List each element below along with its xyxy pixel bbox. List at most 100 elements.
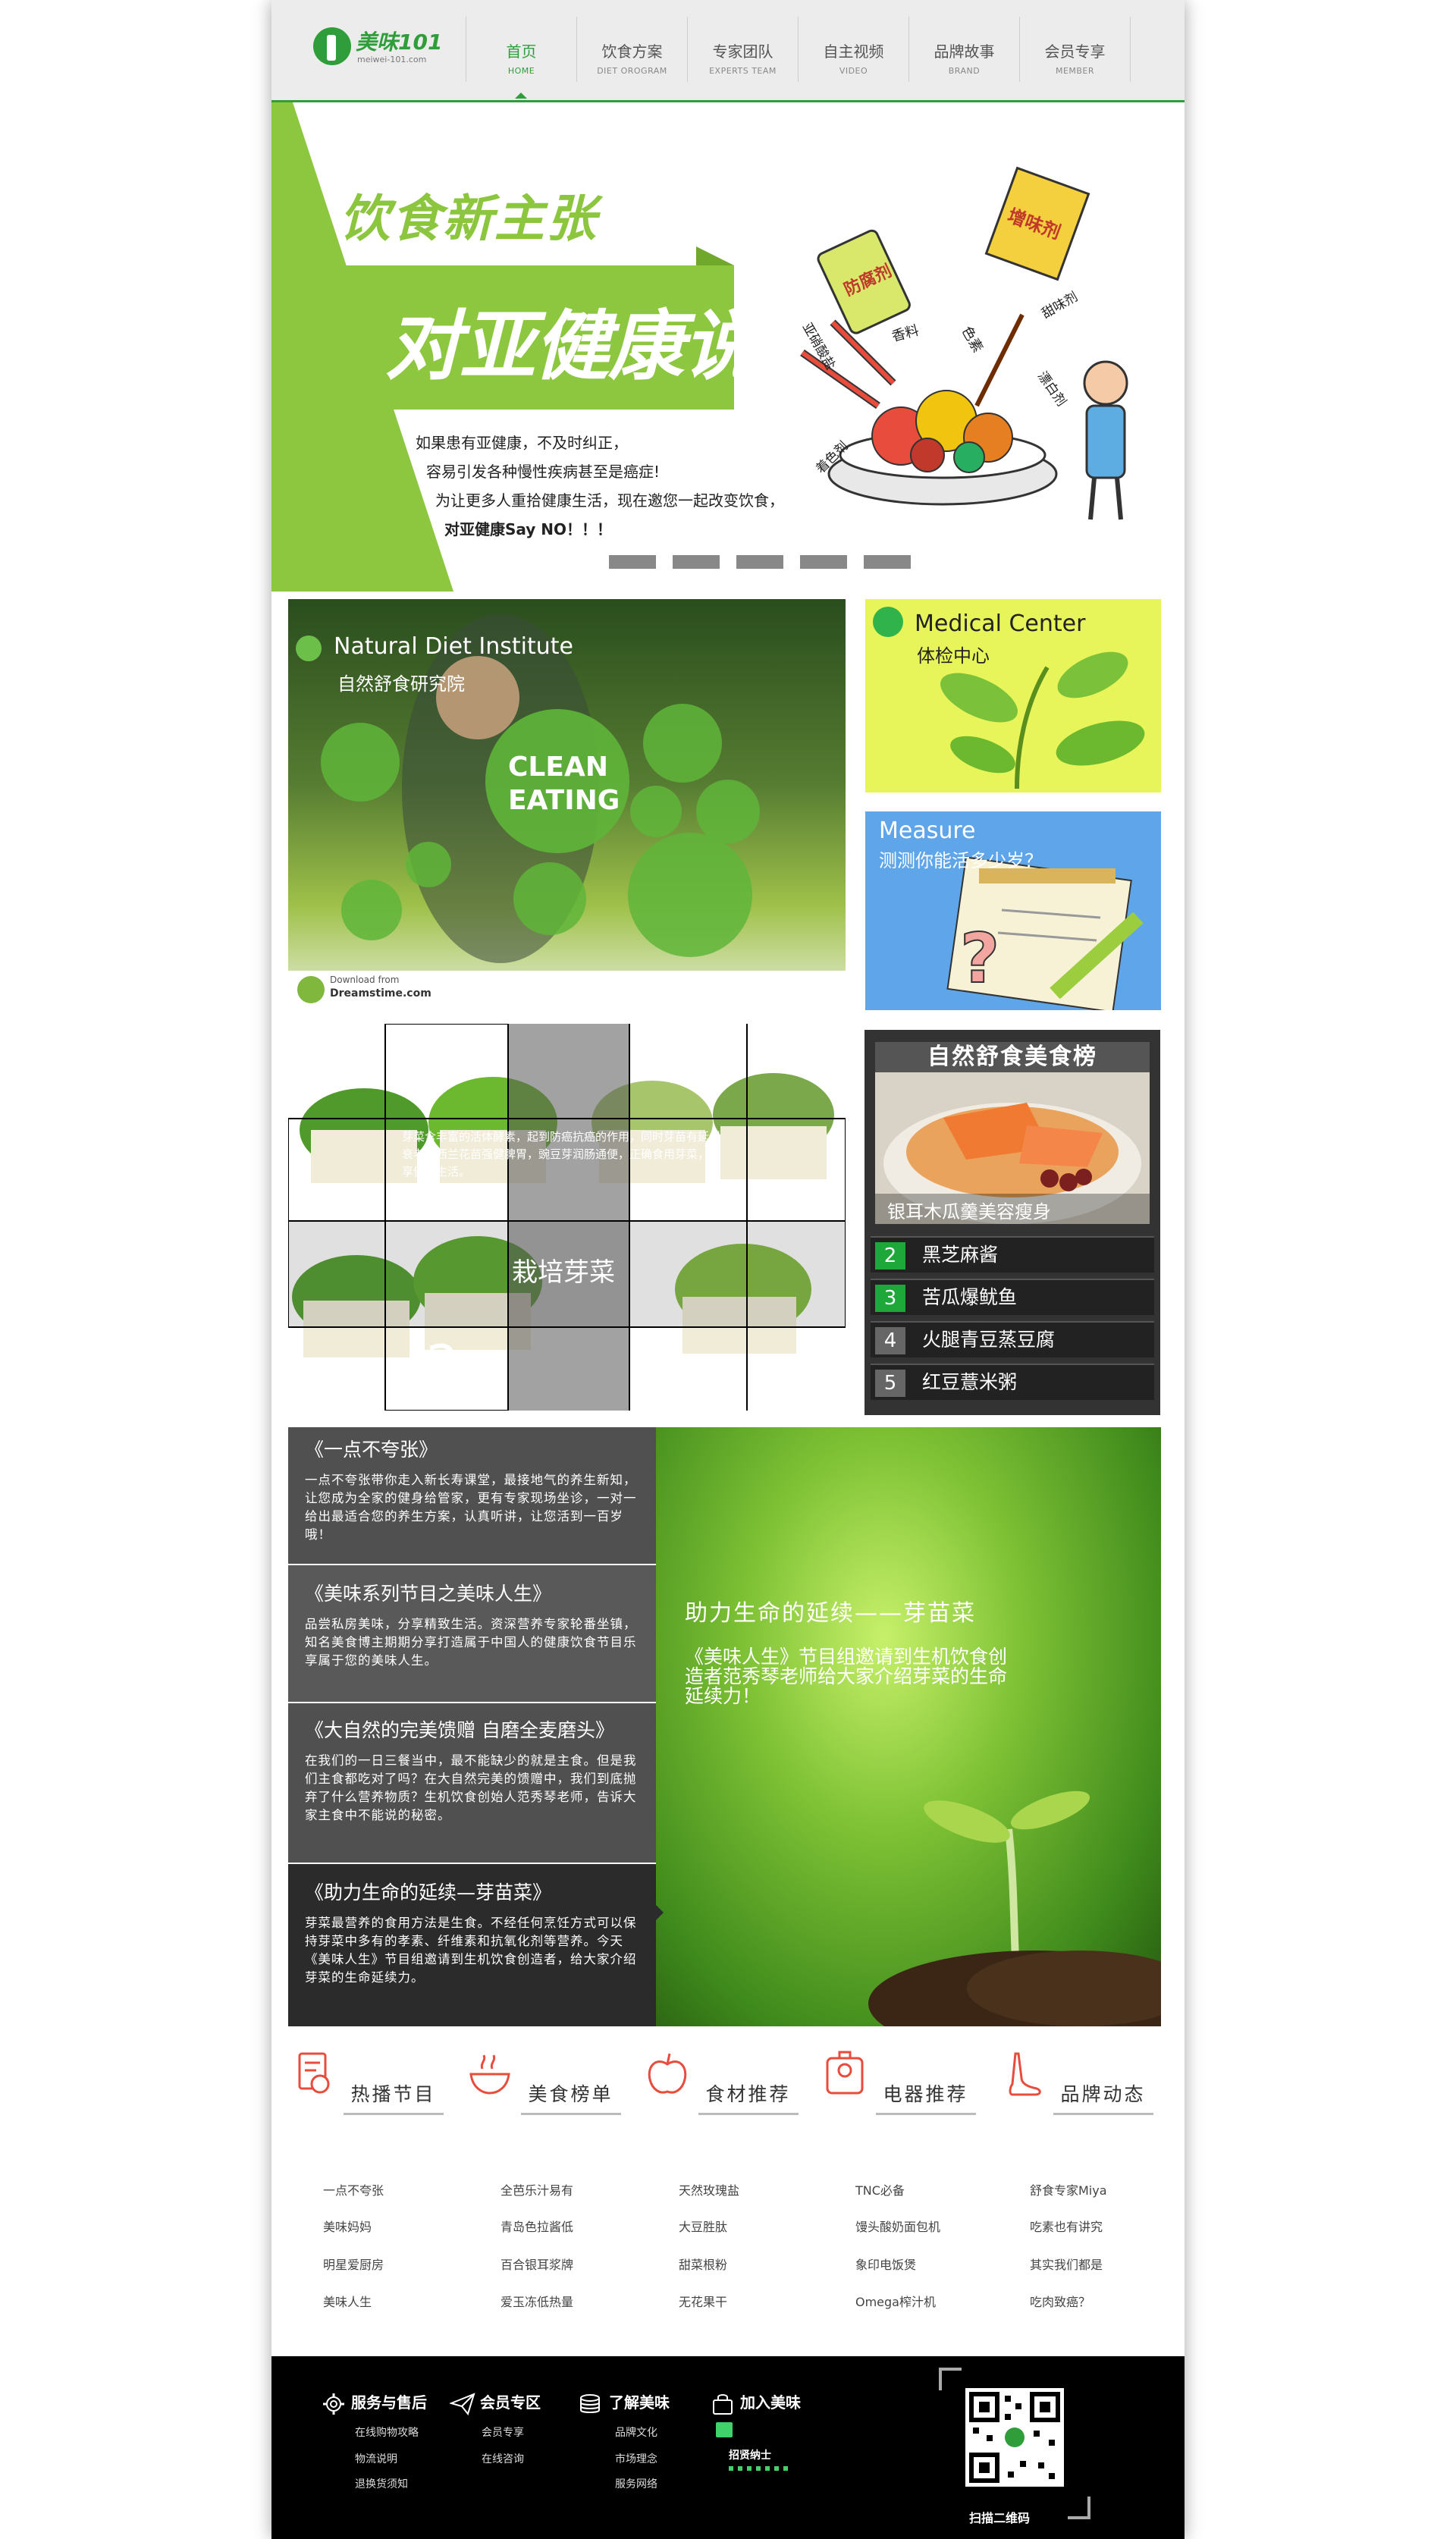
category-link[interactable]: 吃素也有讲究 [1030,2217,1103,2235]
nav-brand[interactable]: 品牌故事 BRAND [908,17,1019,82]
svg-text:?: ? [960,919,999,999]
ranking-item[interactable]: 3 苦瓜爆鱿鱼 [871,1279,1154,1315]
document-icon [298,2052,330,2094]
footer-heading-label: 加入美味 [740,2393,801,2412]
footer-heading[interactable]: 服务与售后 [321,2390,427,2415]
category-title[interactable]: 美食榜单 [520,2079,621,2115]
article-item-active[interactable]: 《助力生命的延续—芽苗菜》 芽菜最营养的食用方法是生食。不经任何烹饪方式可以保持… [288,1864,656,2026]
article-item[interactable]: 《美味系列节目之美味人生》 品尝私房美味，分享精致生活。资深营养专家轮番坐镇，知… [288,1565,656,1702]
category-link[interactable]: 爱玉冻低热量 [500,2292,573,2310]
footer-link[interactable]: 物流说明 [355,2451,397,2466]
category-link[interactable]: 美味妈妈 [323,2217,372,2235]
bag-icon [713,2393,733,2415]
nav-member[interactable]: 会员专享 MEMBER [1019,17,1131,82]
carousel-dot[interactable] [673,555,720,569]
hero-banner[interactable]: 饮食新主张 对亚健康说NO! 如果患有亚健康，不及时纠正， 容易引发各种慢性疾病… [271,102,1185,592]
category-link[interactable]: 无花果干 [679,2292,727,2310]
nav-experts-team[interactable]: 专家团队 EXPERTS TEAM [687,17,798,82]
medical-center-card[interactable]: Medical Center 体检中心 [865,599,1161,792]
footer-link[interactable]: 会员专享 [482,2424,524,2440]
food-ranking: 自然舒食美食榜 银耳木瓜羹美容瘦身 2 黑芝麻酱 3 苦瓜爆鱿鱼 4 火腿青豆蒸… [864,1030,1160,1415]
watermark: Download from [330,974,400,985]
sprouts-card[interactable]: 芽菜含丰富的活体酵素，起到防癌抗癌的作用，同时芽苗有延缓衰老，西兰花苗强健脾胃，… [288,1024,846,1411]
footer-link[interactable]: 市场理念 [615,2451,657,2466]
footer-link[interactable]: 招贤纳士 [729,2447,771,2462]
article-item[interactable]: 《大自然的完美馈赠 自磨全麦磨头》 在我们的一日三餐当中，最不能缺少的就是主食。… [288,1703,656,1863]
category-link[interactable]: 象印电饭煲 [855,2255,916,2273]
rank-label: 火腿青豆蒸豆腐 [922,1329,1056,1351]
measure-card[interactable]: ? Measure 测测你能活多少岁？ [865,811,1161,1010]
category-link[interactable]: 馒头酸奶面包机 [855,2217,940,2235]
ranking-item[interactable]: 4 火腿青豆蒸豆腐 [871,1321,1154,1357]
category-link[interactable]: Omega榨汁机 [855,2292,936,2310]
footer-link[interactable]: 在线购物攻略 [355,2424,419,2440]
category-link[interactable]: 青岛色拉酱低 [500,2217,573,2235]
nav-diet-program[interactable]: 饮食方案 DIET OROGRAM [576,17,687,82]
footer-heading[interactable]: 了解美味 [579,2390,670,2415]
card-title: Natural Diet Institute [334,633,573,660]
category-title[interactable]: 品牌动态 [1053,2079,1153,2115]
category-column: 热播节目 [285,2048,444,2115]
article-body: 一点不夸张带你走入新长寿课堂，最接地气的养生新知，让您成为全家的健身给管家，更有… [305,1473,637,1542]
carousel-dot[interactable] [800,555,847,569]
natural-diet-card[interactable]: CLEAN EATING Natural Diet Institute 自然舒食… [288,599,846,1009]
rank-number: 2 [875,1242,905,1270]
additive-label: 甜味剂 [1040,290,1081,322]
slide-number: 2 [426,1335,460,1395]
footer-heading[interactable]: 加入美味 [710,2390,801,2415]
category-link[interactable]: 全芭乐汁易有 [500,2180,573,2198]
site-logo[interactable]: 美味101 meiwei-101.com [313,23,442,71]
card-subtitle: 测测你能活多少岁？ [879,850,1043,871]
carousel-dot[interactable] [736,555,783,569]
rank-number: 5 [875,1370,905,1397]
nav-home[interactable]: 首页 HOME [466,17,576,99]
footer-dot-decor [729,2466,789,2471]
additives-illustration: 防腐剂 增味剂 色素 香料 亚硝酸盐 甜味剂 漂白剂 着色剂 [799,166,1128,520]
qr-code[interactable] [965,2388,1064,2487]
footer-link[interactable]: 在线咨询 [482,2451,524,2466]
category-link[interactable]: 明星爱厨房 [323,2255,384,2273]
feature-panel[interactable]: 助力生命的延续——芽苗菜 《美味人生》节目组邀请到生机饮食创造者范秀琴老师给大家… [656,1427,1161,2026]
rank-number: 3 [875,1285,905,1312]
category-link[interactable]: 天然玫瑰盐 [679,2180,739,2198]
nav-sublabel: BRAND [948,66,981,76]
category-link[interactable]: 吃肉致癌？ [1030,2292,1090,2310]
category-link[interactable]: 其实我们都是 [1030,2255,1103,2273]
carousel-dot[interactable] [864,555,911,569]
carousel-dots [609,555,911,569]
card-subtitle: 自然舒食研究院 [337,673,465,695]
nav-sublabel: VIDEO [839,66,868,76]
carousel-dot[interactable] [609,555,656,569]
logo-icon [313,27,351,65]
category-link[interactable]: TNC必备 [855,2180,905,2198]
category-title[interactable]: 电器推荐 [875,2079,976,2115]
banner-line: 为让更多人重拾健康生活，现在邀您一起改变饮食， [435,491,784,510]
category-link[interactable]: 美味人生 [323,2292,372,2310]
article-body: 品尝私房美味，分享精致生活。资深营养专家轮番坐镇，知名美食博主期期分享打造属于中… [305,1617,637,1668]
category-link[interactable]: 甜菜根粉 [679,2255,727,2273]
article-item[interactable]: 《一点不夸张》 一点不夸张带你走入新长寿课堂，最接地气的养生新知，让您成为全家的… [288,1427,656,1564]
footer-link[interactable]: 服务网络 [615,2476,657,2491]
scale-icon [826,2051,864,2095]
category-link[interactable]: 一点不夸张 [323,2180,384,2198]
megaphone-icon [716,2422,733,2437]
category-link[interactable]: 舒食专家Miya [1030,2180,1107,2198]
coins-icon [580,2393,600,2413]
sprouts-description: 芽菜含丰富的活体酵素，起到防癌抗癌的作用，同时芽苗有延缓衰老，西兰花苗强健脾胃，… [402,1130,721,1178]
category-column: 食材推荐 [640,2048,799,2115]
ranking-item[interactable]: 5 红豆薏米粥 [871,1364,1154,1400]
footer-heading-label: 服务与售后 [351,2393,427,2412]
category-title[interactable]: 食材推荐 [698,2079,799,2115]
ranking-item[interactable]: 2 黑芝麻酱 [871,1236,1154,1273]
card-subtitle: 体检中心 [917,645,990,667]
category-link[interactable]: 百合银耳浆牌 [500,2255,573,2273]
footer-heading[interactable]: 会员专区 [450,2390,541,2415]
footer-link[interactable]: 品牌文化 [615,2424,657,2440]
category-link[interactable]: 大豆胜肽 [679,2217,727,2235]
category-title[interactable]: 热播节目 [343,2079,444,2115]
banner-text: 如果患有亚健康，不及时纠正， 容易引发各种慢性疾病甚至是癌症! 为让更多人重拾健… [416,428,784,544]
nav-video[interactable]: 自主视频 VIDEO [798,17,908,82]
nav-label: 专家团队 [712,42,774,61]
footer-link[interactable]: 退换货须知 [355,2476,408,2491]
footer-heading-label: 了解美味 [609,2393,670,2412]
